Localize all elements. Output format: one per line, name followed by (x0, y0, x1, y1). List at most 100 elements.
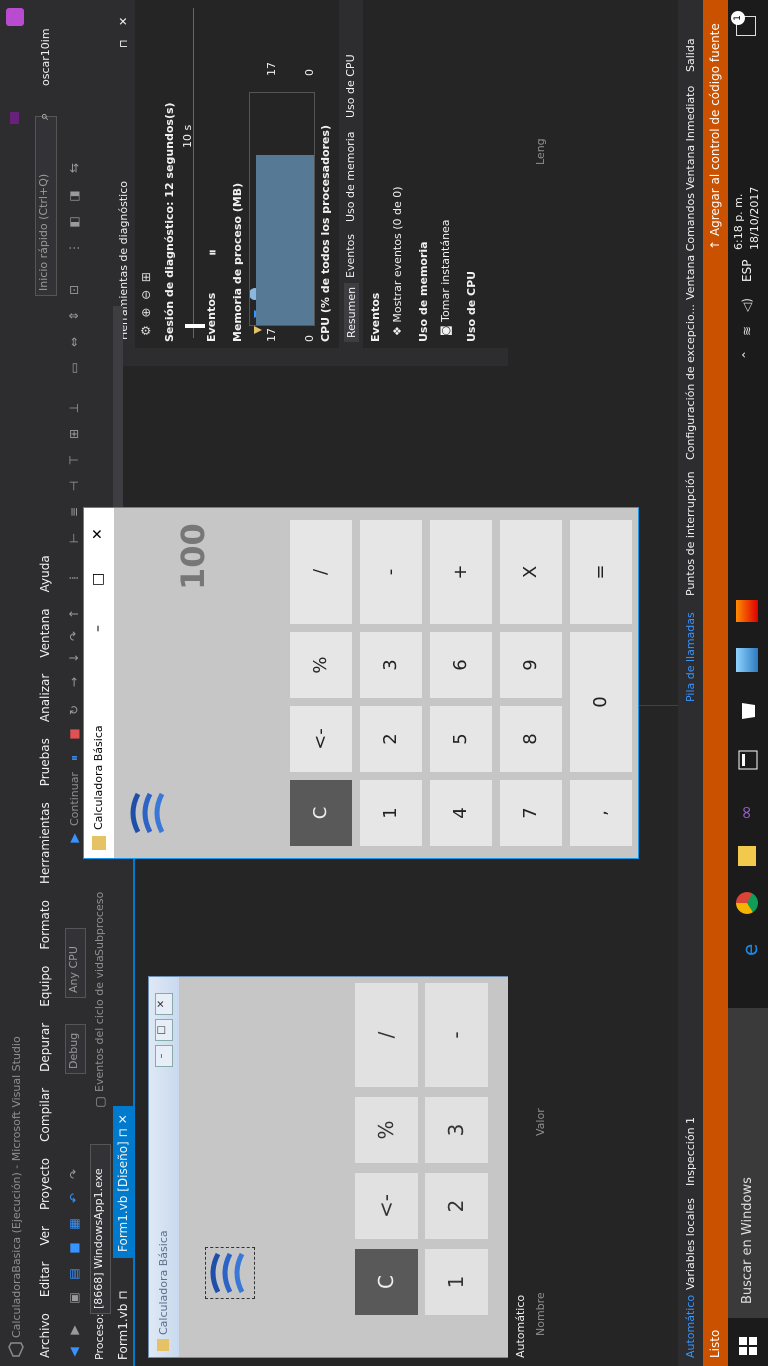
redo-icon[interactable]: ↷ (66, 1166, 82, 1182)
bring-front-icon[interactable]: ◧ (66, 214, 82, 230)
search-icon[interactable]: ⌕ (37, 104, 53, 120)
calc-button-7[interactable]: 7 (500, 780, 562, 846)
menu-equipo[interactable]: Equipo (32, 958, 58, 1015)
config-select[interactable]: Debug (65, 1024, 86, 1074)
settings-icon[interactable]: ⚙ (139, 325, 153, 336)
clock-date[interactable]: 18/10/2017 (748, 187, 761, 250)
diag-tab-eventos[interactable]: Eventos (344, 234, 357, 278)
calc-button-multiply[interactable]: X (500, 520, 562, 624)
design-button-percent[interactable]: % (355, 1097, 418, 1163)
format-icon[interactable]: ⁞ (66, 570, 82, 586)
menu-proyecto[interactable]: Proyecto (32, 1150, 58, 1218)
cortana-search[interactable]: Buscar en Windows (728, 1008, 768, 1318)
pin-icon[interactable]: ⊓ (116, 1290, 130, 1299)
align-left-icon[interactable]: ⊢ (66, 530, 82, 546)
show-hidden-icon[interactable]: ⌃ (740, 350, 754, 360)
same-size-icon[interactable]: ▭ (66, 360, 82, 376)
calc-button-1[interactable]: 1 (360, 780, 422, 846)
back-icon[interactable]: ◀ (66, 1344, 82, 1360)
calc-button-c[interactable]: C (290, 780, 352, 846)
design-button-1[interactable]: 1 (425, 1249, 488, 1315)
design-button-back[interactable]: <- (355, 1173, 418, 1239)
paint-icon[interactable] (736, 600, 758, 622)
clock-time[interactable]: 6:18 p. m. (732, 194, 745, 250)
step-over-icon[interactable]: ↷ (66, 628, 82, 644)
break-all-icon[interactable]: ⏸ (66, 750, 82, 766)
calc-button-comma[interactable]: , (570, 780, 632, 846)
calc-button-4[interactable]: 4 (430, 780, 492, 846)
same-width-icon[interactable]: ⇔ (66, 334, 82, 350)
tab-locals[interactable]: Variables locales (684, 1198, 697, 1290)
calc-button-divide[interactable]: / (290, 520, 352, 624)
calc-button-3[interactable]: 3 (360, 632, 422, 698)
step-out-icon[interactable]: ↑ (66, 606, 82, 622)
tab-immediate-window[interactable]: Ventana Inmediato (684, 86, 697, 190)
open-icon[interactable]: ▤ (66, 1266, 82, 1282)
snapshot-link[interactable]: ◙ Tomar instantánea (439, 219, 452, 336)
design-button-divide[interactable]: / (355, 983, 418, 1087)
zoom-in-icon[interactable]: ⊕ (139, 308, 153, 318)
diag-tab-memoria[interactable]: Uso de memoria (344, 131, 357, 222)
forward-icon[interactable]: ▶ (66, 1322, 82, 1338)
calc-button-2[interactable]: 2 (360, 706, 422, 772)
user-name[interactable]: oscar10im (39, 28, 52, 86)
align-bottom-icon[interactable]: ⊥ (66, 400, 82, 416)
continue-label[interactable]: Continuar (68, 772, 81, 826)
visual-studio-icon[interactable]: ∞ (736, 798, 758, 820)
menu-analizar[interactable]: Analizar (32, 666, 58, 730)
tab-command-window[interactable]: Ventana Comandos (684, 193, 697, 300)
design-form[interactable]: Calculadora Básica – □ ✕ C <- % / 1 2 3 … (148, 976, 510, 1358)
logo-picturebox[interactable] (205, 1247, 255, 1299)
tab-output[interactable]: Salida (684, 38, 697, 72)
size-to-grid-icon[interactable]: ⊡ (66, 282, 82, 298)
close-icon[interactable]: ✕ (155, 993, 173, 1015)
store-icon[interactable] (736, 700, 758, 722)
tab-exception-settings[interactable]: Configuración de excepcio... (684, 304, 697, 460)
close-icon[interactable]: ✕ (117, 17, 130, 26)
step-into-icon[interactable]: ↓ (66, 650, 82, 666)
menu-compilar[interactable]: Compilar (32, 1080, 58, 1150)
menu-formato[interactable]: Formato (32, 892, 58, 958)
menu-archivo[interactable]: Archivo (32, 1305, 58, 1366)
network-icon[interactable]: ≋ (740, 326, 754, 336)
tab-autos[interactable]: Automático (684, 1295, 697, 1358)
calc-button-equals[interactable]: = (570, 520, 632, 624)
maximize-button[interactable]: □ (90, 573, 106, 586)
design-button-2[interactable]: 2 (425, 1173, 488, 1239)
calc-button-0[interactable]: 0 (570, 632, 632, 772)
calc-button-6[interactable]: 6 (430, 632, 492, 698)
align-center-icon[interactable]: ≡ (66, 504, 82, 520)
start-windows-icon[interactable] (738, 1336, 758, 1356)
restart-icon[interactable]: ↻ (66, 702, 82, 718)
calc-button-plus[interactable]: + (430, 520, 492, 624)
design-button-3[interactable]: 3 (425, 1097, 488, 1163)
tab-call-stack[interactable]: Pila de llamadas (684, 612, 697, 702)
process-select[interactable]: [8668] WindowsApp1.exe (90, 1144, 111, 1314)
menu-depurar[interactable]: Depurar (32, 1015, 58, 1080)
reset-zoom-icon[interactable]: ⊞ (139, 272, 153, 282)
send-back-icon[interactable]: ◨ (66, 188, 82, 204)
close-icon[interactable]: ✕ (116, 1114, 130, 1124)
show-events-link[interactable]: ❖ Mostrar eventos (0 de 0) (391, 186, 404, 336)
spacing-icon[interactable]: ⋮ (66, 240, 82, 256)
same-height-icon[interactable]: ⇕ (66, 308, 82, 324)
menu-pruebas[interactable]: Pruebas (32, 730, 58, 794)
tab-order-icon[interactable]: ⇆ (66, 160, 82, 176)
calc-button-9[interactable]: 9 (500, 632, 562, 698)
diag-tab-resumen[interactable]: Resumen (344, 282, 359, 342)
file-explorer-icon[interactable] (738, 846, 756, 866)
calc-button-minus[interactable]: - (360, 520, 422, 624)
minimize-icon[interactable]: – (155, 1045, 173, 1067)
language-indicator[interactable]: ESP (740, 260, 754, 282)
continue-icon[interactable]: ▶ (66, 830, 82, 846)
align-middle-icon[interactable]: ⊞ (66, 426, 82, 442)
chrome-icon[interactable] (736, 892, 758, 914)
pin-icon[interactable]: ⊓ (117, 39, 130, 48)
stop-icon[interactable]: ■ (66, 726, 82, 742)
quick-launch-input[interactable]: Inicio rápido (Ctrl+Q) (35, 116, 57, 296)
calc-button-5[interactable]: 5 (430, 706, 492, 772)
action-center-icon[interactable]: 1 (731, 11, 756, 36)
menu-ventana[interactable]: Ventana (32, 600, 58, 665)
source-control-link[interactable]: ↑ Agregar al control de código fuente (708, 23, 722, 250)
horizontal-scrollbar[interactable] (113, 306, 123, 536)
